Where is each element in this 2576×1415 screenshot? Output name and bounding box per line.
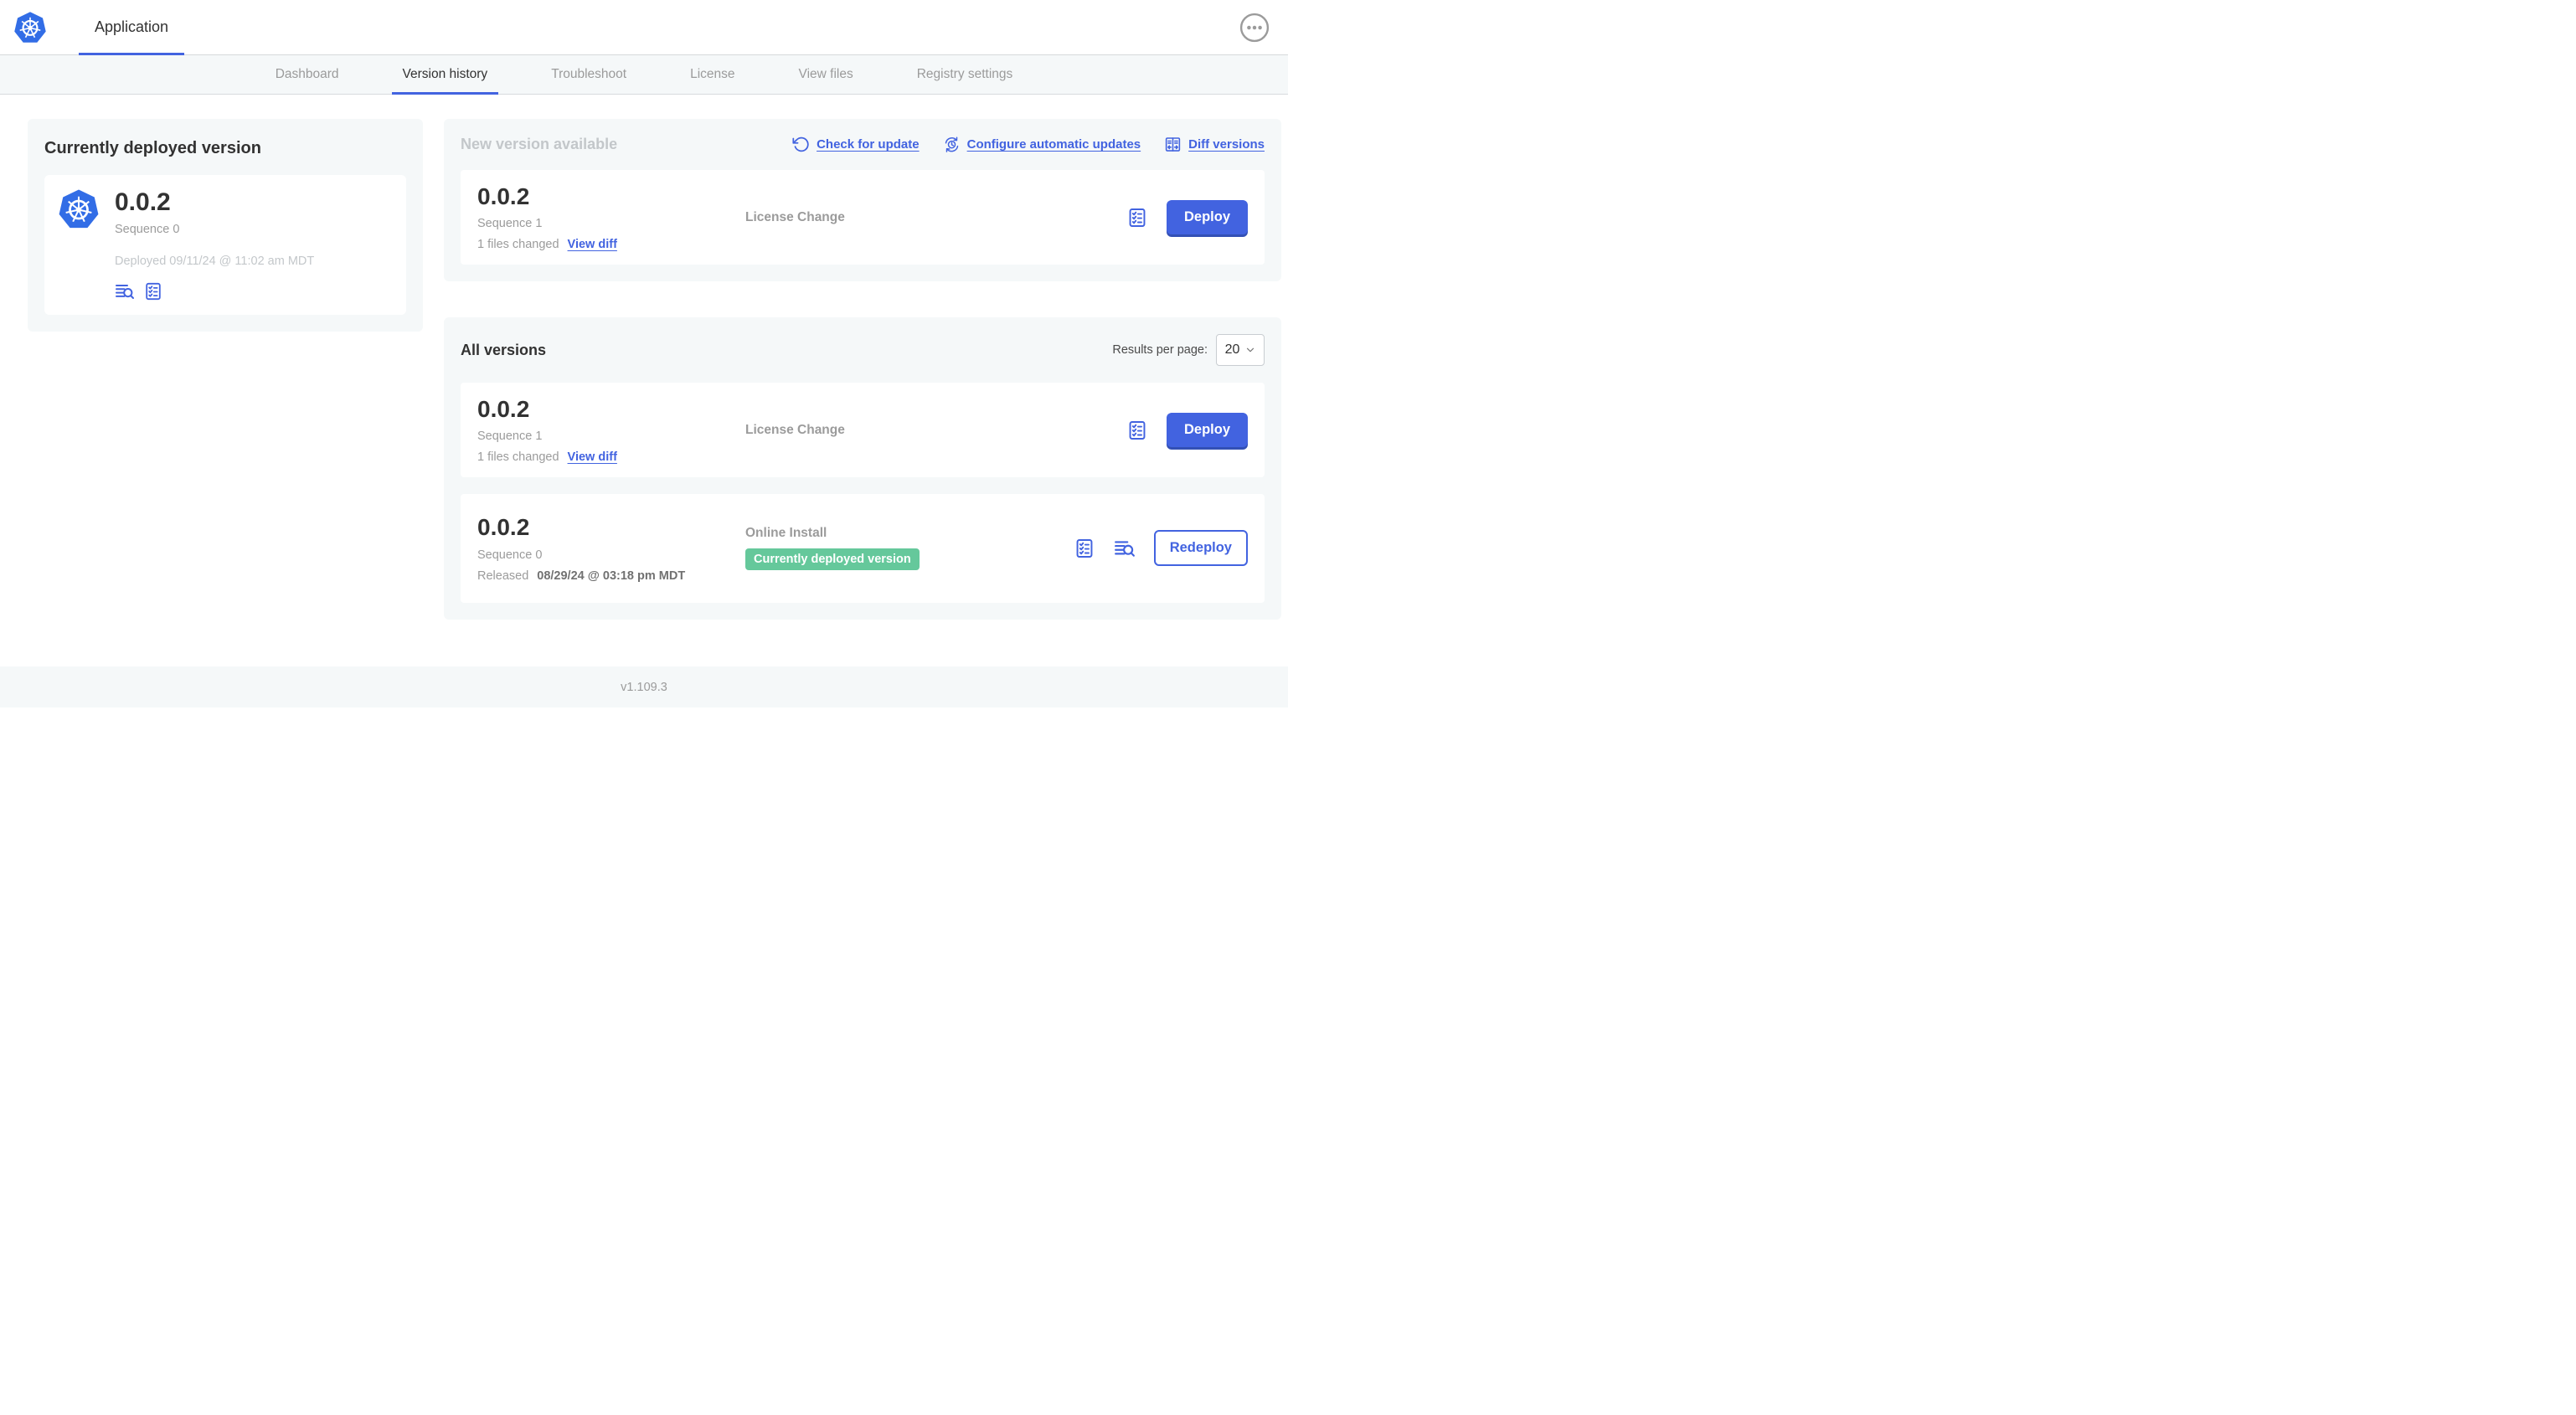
currently-deployed-badge: Currently deployed version (745, 548, 920, 571)
version-sequence: Sequence 0 (477, 548, 543, 562)
app-header: Application (0, 0, 1288, 55)
tab-view-files[interactable]: View files (788, 55, 864, 94)
version-actions: Deploy (1126, 413, 1248, 448)
main-content: Currently deployed version 0.0.2 Sequenc… (0, 95, 1288, 666)
tab-registry-settings[interactable]: Registry settings (906, 55, 1024, 94)
deployed-sequence: Sequence 0 (115, 223, 180, 236)
version-info: 0.0.2 Sequence 1 1 files changed View di… (477, 183, 745, 251)
files-changed-row: 1 files changed View diff (477, 238, 745, 251)
preflight-checks-button[interactable] (1074, 538, 1095, 559)
ellipsis-icon (1239, 13, 1270, 42)
tab-license[interactable]: License (679, 55, 745, 94)
kots-admin-page: Application Dashboard Version history Tr… (0, 0, 1288, 708)
released-label: Released (477, 569, 529, 583)
redeploy-button[interactable]: Redeploy (1153, 530, 1248, 567)
version-actions: Deploy (1126, 200, 1248, 235)
tab-version-history[interactable]: Version history (391, 55, 499, 95)
kubernetes-logo (13, 10, 47, 44)
diff-icon (1165, 137, 1181, 152)
view-diff-link[interactable]: View diff (568, 450, 617, 464)
files-changed-label: 1 files changed (477, 238, 559, 252)
tab-troubleshoot[interactable]: Troubleshoot (540, 55, 637, 94)
files-changed-label: 1 files changed (477, 450, 559, 465)
deployed-actions (115, 281, 314, 301)
preflight-checks-button[interactable] (143, 281, 163, 301)
view-logs-icon (1114, 541, 1135, 557)
deployed-version-number: 0.0.2 (115, 188, 171, 216)
new-version-row: 0.0.2 Sequence 1 1 files changed View di… (461, 170, 1265, 265)
results-per-page-select[interactable]: 20 (1216, 334, 1265, 367)
app-subnav: Dashboard Version history Troubleshoot L… (0, 55, 1288, 95)
released-timestamp: 08/29/24 @ 03:18 pm MDT (537, 569, 686, 583)
results-per-page: Results per page: 20 (1112, 334, 1265, 367)
version-history-column: New version available Check for update C… (444, 119, 1281, 620)
all-versions-panel: All versions Results per page: 20 0.0.2 … (444, 317, 1281, 620)
preflight-checks-button[interactable] (1126, 207, 1148, 229)
deployed-timestamp: Deployed 09/11/24 @ 11:02 am MDT (115, 255, 315, 268)
version-source: License Change (745, 423, 1126, 438)
preflight-checklist-icon (1129, 208, 1146, 227)
tab-application[interactable]: Application (79, 0, 185, 55)
kots-version: v1.109.3 (621, 680, 667, 694)
configure-automatic-updates-link[interactable]: Configure automatic updates (943, 136, 1141, 153)
currently-deployed-panel: Currently deployed version 0.0.2 Sequenc… (28, 119, 423, 332)
version-source: License Change (745, 210, 1126, 225)
version-info: 0.0.2 Sequence 0 Released 08/29/24 @ 03:… (477, 514, 745, 582)
kubernetes-app-icon (58, 188, 100, 229)
deployed-version-card: 0.0.2 Sequence 0 Deployed 09/11/24 @ 11:… (44, 175, 406, 315)
chevron-down-icon (1247, 347, 1255, 352)
update-links: Check for update Configure automatic upd… (792, 136, 1265, 153)
preflight-checklist-icon (1076, 539, 1093, 558)
released-row: Released 08/29/24 @ 03:18 pm MDT (477, 569, 745, 583)
refresh-icon (792, 136, 809, 152)
version-row: 0.0.2 Sequence 1 1 files changed View di… (461, 383, 1265, 478)
preflight-checklist-icon (1129, 420, 1146, 440)
auto-update-clock-icon (945, 136, 958, 152)
currently-deployed-title: Currently deployed version (44, 139, 261, 157)
version-sequence: Sequence 1 (477, 217, 543, 231)
files-changed-row: 1 files changed View diff (477, 450, 745, 464)
all-versions-header: All versions Results per page: 20 (461, 334, 1265, 367)
version-row: 0.0.2 Sequence 0 Released 08/29/24 @ 03:… (461, 494, 1265, 603)
view-logs-icon (116, 285, 134, 299)
view-logs-button[interactable] (1114, 538, 1136, 559)
results-per-page-label: Results per page: (1112, 343, 1208, 358)
version-source-label: Online Install (745, 526, 827, 541)
preflight-checks-button[interactable] (1126, 419, 1148, 441)
new-version-header: New version available Check for update C… (461, 136, 1265, 153)
new-version-panel: New version available Check for update C… (444, 119, 1281, 282)
version-number: 0.0.2 (477, 396, 530, 423)
view-diff-link[interactable]: View diff (568, 238, 617, 251)
all-versions-title: All versions (461, 341, 547, 358)
deploy-button[interactable]: Deploy (1166, 200, 1248, 235)
version-number: 0.0.2 (477, 183, 530, 209)
app-footer: v1.109.3 (0, 666, 1288, 708)
check-for-update-link[interactable]: Check for update (792, 136, 920, 153)
version-source: Online Install Currently deployed versio… (745, 526, 1074, 571)
version-actions: Redeploy (1074, 530, 1248, 567)
preflight-checklist-icon (146, 282, 161, 301)
app-title: Application (95, 18, 169, 35)
more-options-button[interactable] (1239, 13, 1270, 43)
version-source-label: License Change (745, 422, 845, 437)
view-logs-button[interactable] (115, 281, 135, 301)
tab-dashboard[interactable]: Dashboard (265, 55, 350, 94)
version-sequence: Sequence 1 (477, 430, 543, 444)
version-source-label: License Change (745, 209, 845, 224)
version-info: 0.0.2 Sequence 1 1 files changed View di… (477, 396, 745, 464)
new-version-title: New version available (461, 136, 618, 152)
deployed-version-info: 0.0.2 Sequence 0 Deployed 09/11/24 @ 11:… (115, 188, 314, 301)
version-number: 0.0.2 (477, 514, 530, 541)
deploy-button[interactable]: Deploy (1166, 413, 1248, 448)
diff-versions-link[interactable]: Diff versions (1164, 136, 1265, 153)
